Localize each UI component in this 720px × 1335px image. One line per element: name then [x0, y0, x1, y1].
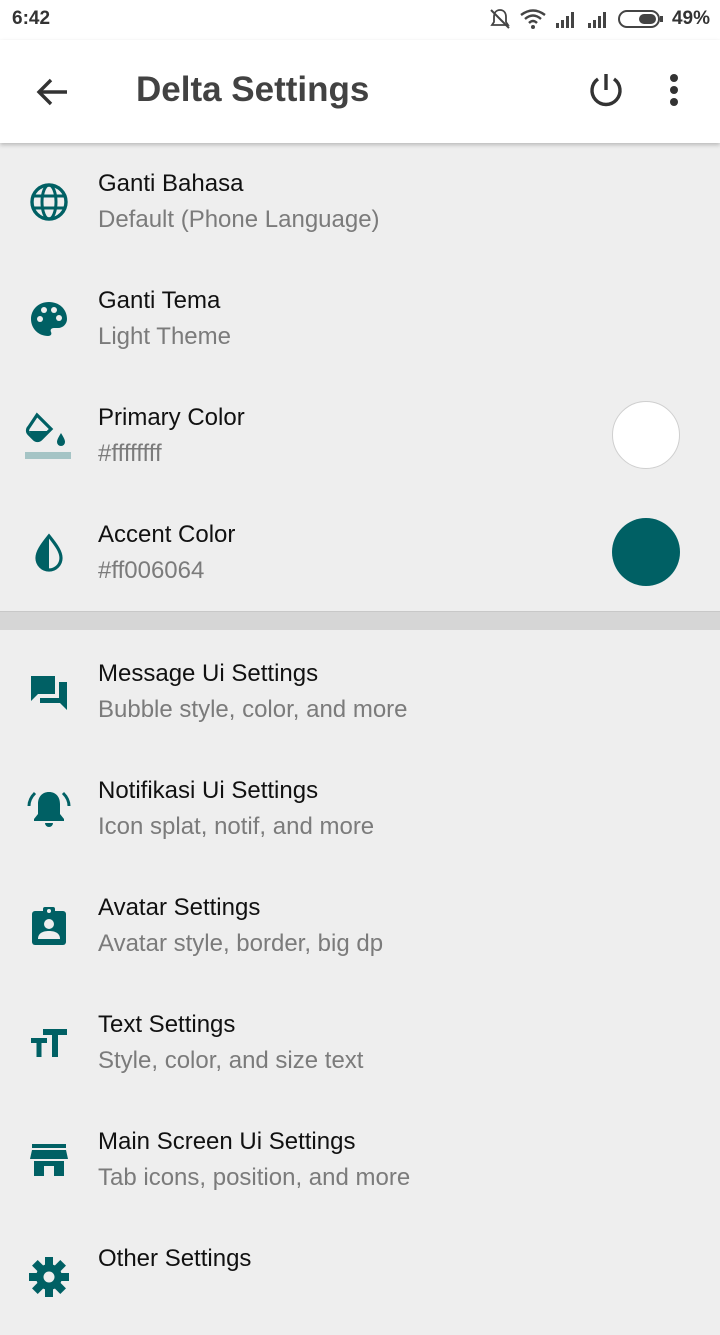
setting-label: Primary Color — [98, 404, 245, 431]
mute-icon — [488, 8, 512, 30]
setting-value: Tab icons, position, and more — [98, 1164, 411, 1191]
setting-row-main-screen-ui[interactable]: Main Screen Ui Settings Tab icons, posit… — [0, 1101, 720, 1218]
text-size-icon — [24, 1018, 74, 1068]
battery-percent: 49% — [671, 8, 710, 29]
setting-row-text[interactable]: Text Settings Style, color, and size tex… — [0, 984, 720, 1101]
setting-label: Avatar Settings — [98, 894, 261, 921]
setting-row-other[interactable]: Other Settings — [0, 1218, 720, 1335]
bell-ring-icon — [24, 784, 74, 834]
primary-color-swatch[interactable] — [612, 401, 680, 469]
wifi-icon — [520, 9, 546, 29]
setting-label: Ganti Bahasa — [98, 170, 244, 197]
setting-label: Notifikasi Ui Settings — [98, 777, 319, 804]
setting-row-accent-color[interactable]: Accent Color #ff006064 — [0, 494, 720, 611]
section-divider — [0, 611, 720, 631]
more-vert-icon[interactable] — [652, 66, 696, 114]
ui-settings-section: Message Ui Settings Bubble style, color,… — [0, 630, 720, 1297]
contact-card-icon — [24, 901, 74, 951]
setting-value: Style, color, and size text — [98, 1047, 364, 1074]
power-icon[interactable] — [582, 66, 630, 114]
setting-row-theme[interactable]: Ganti Tema Light Theme — [0, 260, 720, 377]
setting-value: #ff006064 — [98, 557, 205, 584]
setting-row-primary-color[interactable]: Primary Color #ffffffff — [0, 377, 720, 494]
status-time: 6:42 — [12, 8, 51, 29]
setting-label: Main Screen Ui Settings — [98, 1128, 356, 1155]
gear-icon — [24, 1252, 74, 1302]
setting-value: Light Theme — [98, 323, 231, 350]
status-icons: 49% — [488, 8, 710, 30]
paint-bucket-icon — [24, 411, 74, 461]
setting-label: Text Settings — [98, 1011, 236, 1038]
setting-label: Ganti Tema — [98, 287, 221, 314]
status-bar: 6:42 49% — [0, 0, 720, 40]
setting-row-language[interactable]: Ganti Bahasa Default (Phone Language) — [0, 143, 720, 260]
setting-row-message-ui[interactable]: Message Ui Settings Bubble style, color,… — [0, 633, 720, 750]
signal-icon — [554, 10, 578, 28]
accent-color-swatch[interactable] — [612, 518, 680, 586]
setting-value: Avatar style, border, big dp — [98, 930, 384, 957]
signal-icon — [586, 10, 610, 28]
back-arrow-icon[interactable] — [28, 68, 76, 116]
palette-icon — [24, 294, 74, 344]
setting-label: Other Settings — [98, 1245, 252, 1272]
setting-row-notification-ui[interactable]: Notifikasi Ui Settings Icon splat, notif… — [0, 750, 720, 867]
setting-value: Icon splat, notif, and more — [98, 813, 375, 840]
page-title: Delta Settings — [136, 70, 370, 109]
battery-icon — [617, 9, 664, 29]
setting-value: Bubble style, color, and more — [98, 696, 408, 723]
store-icon — [24, 1135, 74, 1185]
globe-icon — [24, 177, 74, 227]
chat-icon — [24, 667, 74, 717]
app-bar: Delta Settings — [0, 40, 720, 143]
setting-value: Default (Phone Language) — [98, 206, 380, 233]
setting-value: #ffffffff — [98, 440, 162, 467]
drop-half-icon — [24, 528, 74, 578]
theme-settings-section: Ganti Bahasa Default (Phone Language) Ga… — [0, 143, 720, 611]
setting-label: Accent Color — [98, 521, 236, 548]
setting-label: Message Ui Settings — [98, 660, 319, 687]
setting-row-avatar[interactable]: Avatar Settings Avatar style, border, bi… — [0, 867, 720, 984]
